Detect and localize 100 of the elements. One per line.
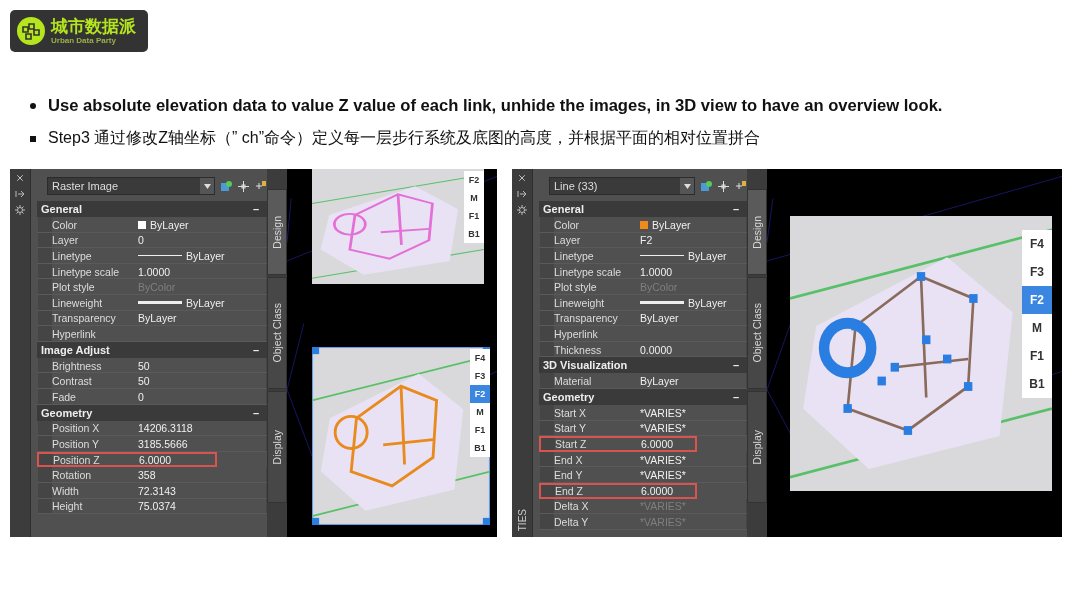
property-value[interactable]: ByLayer <box>138 296 266 309</box>
property-value[interactable]: ByLayer <box>640 250 746 262</box>
property-label: Contrast <box>52 375 93 388</box>
property-value[interactable]: 50 <box>138 359 266 372</box>
property-label: Position X <box>52 422 101 435</box>
property-label: Delta Y <box>554 515 590 528</box>
property-value[interactable]: 1.0000 <box>640 265 746 278</box>
property-value[interactable]: F2 <box>640 234 746 247</box>
property-label: Start Y <box>554 422 587 435</box>
property-label: Rotation <box>52 469 93 482</box>
quick-select-icon[interactable] <box>700 179 713 193</box>
section-header[interactable]: Image Adjust – <box>37 341 267 358</box>
side-tab[interactable]: Design <box>267 189 287 275</box>
side-tab[interactable]: Design <box>747 189 767 275</box>
side-tab[interactable]: Display <box>267 391 287 503</box>
object-type-dropdown[interactable]: Line (33) <box>549 177 695 195</box>
section-header[interactable]: General – <box>37 201 267 217</box>
floor-tab[interactable]: F2 <box>1022 286 1052 314</box>
pin-icon[interactable] <box>15 189 25 199</box>
property-label: Linetype scale <box>52 265 121 278</box>
property-label: End Y <box>554 469 584 482</box>
side-tab[interactable]: Display <box>747 391 767 503</box>
caret-icon <box>683 183 691 189</box>
object-type-dropdown[interactable]: Raster Image <box>47 177 215 195</box>
section-header[interactable]: General – <box>539 201 747 217</box>
property-value[interactable]: ByLayer <box>138 250 266 262</box>
property-value[interactable]: *VARIES* <box>640 406 746 419</box>
property-label: Linetype <box>52 250 93 262</box>
property-value[interactable]: 0.0000 <box>640 343 746 356</box>
property-value[interactable]: ByLayer <box>640 312 746 325</box>
property-label: Lineweight <box>554 296 606 309</box>
side-tab[interactable]: Object Class <box>267 277 287 389</box>
property-value[interactable]: *VARIES* <box>640 422 746 435</box>
property-value[interactable]: ByLayer <box>640 296 746 309</box>
settings-icon[interactable] <box>517 205 527 215</box>
property-value[interactable]: ByLayer <box>640 375 746 388</box>
property-label: Width <box>52 484 80 497</box>
property-label: Position Y <box>52 437 101 450</box>
property-value[interactable]: ByLayer <box>138 218 266 231</box>
property-label: Position Z <box>53 453 101 466</box>
property-label: Transparency <box>52 312 117 325</box>
property-label: Brightness <box>52 359 103 372</box>
property-value[interactable]: 1.0000 <box>138 265 266 278</box>
property-value[interactable]: ByLayer <box>138 312 266 325</box>
property-label: Plot style <box>52 281 96 294</box>
collapse-toggle[interactable]: – <box>252 406 259 419</box>
collapse-toggle[interactable]: – <box>732 390 739 403</box>
settings-icon[interactable] <box>15 205 25 215</box>
close-icon[interactable] <box>15 173 25 183</box>
section-header[interactable]: Geometry – <box>37 404 267 421</box>
logo-icon <box>16 16 46 46</box>
property-value[interactable]: 72.3143 <box>138 484 266 497</box>
collapse-toggle[interactable]: – <box>732 359 739 372</box>
property-value[interactable]: 3185.5666 <box>138 437 266 450</box>
section-title: Geometry <box>41 406 93 419</box>
property-label: Transparency <box>554 312 619 325</box>
property-label: End Z <box>555 484 584 497</box>
property-label: Material <box>554 375 593 388</box>
logo-title: 城市数据派 <box>51 17 136 35</box>
property-value[interactable]: ByLayer <box>640 218 746 231</box>
property-value[interactable]: *VARIES* <box>640 453 746 466</box>
collapse-toggle[interactable]: – <box>732 203 739 215</box>
collapse-toggle[interactable]: – <box>252 343 259 356</box>
property-value[interactable]: 14206.3118 <box>138 422 266 435</box>
property-label: Layer <box>554 234 582 247</box>
section-title: Geometry <box>543 390 595 403</box>
property-label: Lineweight <box>52 296 104 309</box>
property-label: Thickness <box>554 343 603 356</box>
property-label: Linetype <box>554 250 595 262</box>
property-value[interactable]: 75.0374 <box>138 500 266 513</box>
property-label: Height <box>52 500 84 513</box>
crosshair-icon[interactable] <box>718 180 729 192</box>
side-tab[interactable]: Object Class <box>747 277 767 389</box>
property-value[interactable]: 6.0000 <box>139 453 215 466</box>
crosshair-icon[interactable] <box>238 180 249 192</box>
property-value[interactable]: 0 <box>138 234 266 247</box>
pin-icon[interactable] <box>517 189 527 199</box>
quick-select-icon[interactable] <box>220 179 233 193</box>
property-label: End X <box>554 453 584 466</box>
property-label: Start Z <box>555 438 588 451</box>
floor-tab[interactable]: F2 <box>470 385 490 403</box>
section-title: General <box>41 203 82 215</box>
property-value[interactable]: *VARIES* <box>640 469 746 482</box>
property-label: Linetype scale <box>554 265 623 278</box>
property-value[interactable]: 0 <box>138 390 266 403</box>
property-label: Fade <box>52 390 77 403</box>
property-value[interactable]: 6.0000 <box>641 438 695 451</box>
close-icon[interactable] <box>517 173 527 183</box>
property-value[interactable]: 6.0000 <box>641 484 695 497</box>
section-header[interactable]: Geometry – <box>539 388 747 405</box>
property-label: Delta X <box>554 500 590 513</box>
property-value[interactable]: 50 <box>138 375 266 388</box>
property-label: Plot style <box>554 281 598 294</box>
section-title: 3D Visualization <box>543 359 628 372</box>
property-label: Layer <box>52 234 80 247</box>
section-title: Image Adjust <box>41 343 110 356</box>
collapse-toggle[interactable]: – <box>252 203 259 215</box>
section-header[interactable]: 3D Visualization – <box>539 357 747 374</box>
property-value[interactable]: 358 <box>138 469 266 482</box>
property-label: Color <box>52 218 79 231</box>
